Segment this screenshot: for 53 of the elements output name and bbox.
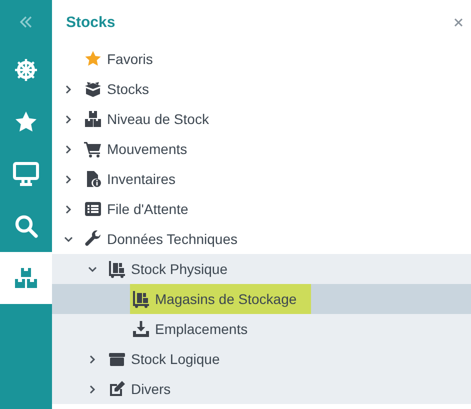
list-icon [84,200,102,218]
tree-item[interactable]: Magasins de Stockage [52,284,471,314]
chevron-icon[interactable] [64,84,73,94]
tree-label: Favoris [107,51,153,67]
tree-item[interactable]: Données Techniques [52,224,471,254]
chevron-icon[interactable] [64,174,73,184]
document-icon [84,170,102,188]
boxes-icon [14,267,38,289]
panel-title: Stocks [66,14,116,30]
monitor-icon [13,162,39,186]
search-icon [14,214,38,238]
rail-item[interactable] [0,252,52,304]
tree-label: Mouvements [107,141,188,157]
star-icon [84,50,102,68]
chevron-icon[interactable] [88,264,97,274]
tree-item[interactable]: Emplacements [52,314,471,344]
close-icon[interactable] [454,18,463,26]
dolly-icon [108,260,126,278]
chevron-icon[interactable] [64,114,73,124]
helm-icon [14,58,38,82]
boxes-icon [84,110,102,128]
tree-label: Stock Logique [131,351,220,367]
chevron-icon[interactable] [64,204,73,214]
chevron-icon[interactable] [88,354,97,364]
download-icon [132,320,150,338]
chevron-icon[interactable] [64,234,73,244]
dolly-icon [132,290,150,308]
edit-icon [108,380,126,398]
tree-item[interactable]: Stock Logique [52,344,471,374]
wrench-icon [84,230,102,248]
tree-label: Stocks [107,81,150,97]
tree-item[interactable]: Divers [52,374,471,404]
tree-item[interactable]: Stock Physique [52,254,471,284]
tree-label: Divers [131,381,171,397]
tree-label: File d'Attente [107,201,188,217]
tree-item[interactable]: Stocks [52,74,471,104]
tree-item[interactable]: Mouvements [52,134,471,164]
tree-label: Stock Physique [131,261,228,277]
cart-icon [84,140,102,158]
tree-item[interactable]: Inventaires [52,164,471,194]
star-icon [14,110,38,134]
box-icon [108,350,126,368]
tree-label: Emplacements [155,321,248,337]
tree-label: Magasins de Stockage [155,291,297,307]
tree-label: Niveau de Stock [107,111,209,127]
tree-label: Inventaires [107,171,176,187]
tree-item[interactable]: Favoris [52,44,471,74]
box-icon [84,80,102,98]
chevron-icon[interactable] [64,144,73,154]
tree-item[interactable]: Niveau de Stock [52,104,471,134]
tree-item[interactable]: File d'Attente [52,194,471,224]
chevron-icon[interactable] [88,384,97,394]
tree-label: Données Techniques [107,231,238,247]
